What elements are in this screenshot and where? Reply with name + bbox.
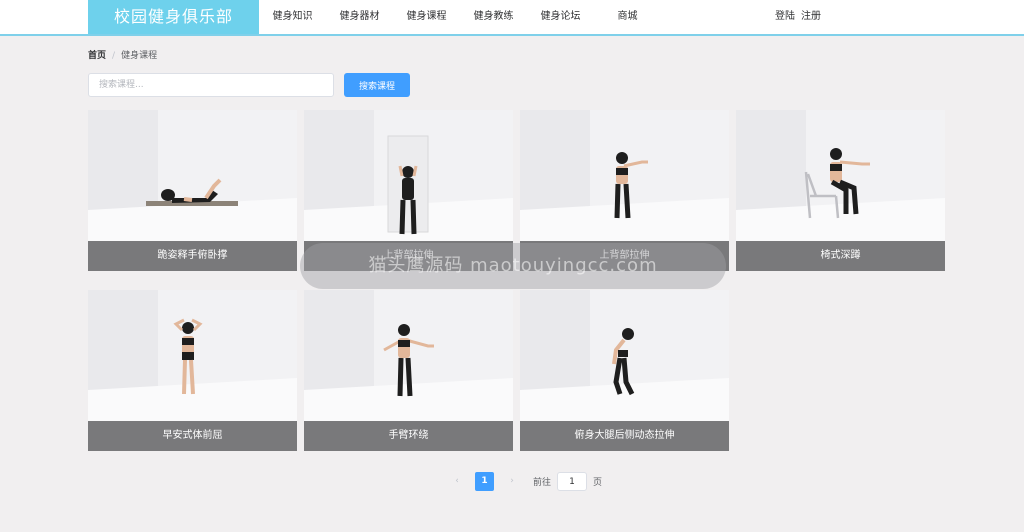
- nav-item-fitness-knowledge[interactable]: 健身知识: [259, 0, 326, 34]
- breadcrumb-current: 健身课程: [121, 51, 158, 61]
- auth-links: 登陆 注册: [775, 0, 827, 34]
- course-card[interactable]: 早安式体前屈: [88, 290, 297, 451]
- course-title[interactable]: 椅式深蹲: [736, 241, 945, 271]
- search-course-button[interactable]: 搜索课程: [344, 73, 410, 97]
- course-title[interactable]: 早安式体前屈: [88, 421, 297, 451]
- breadcrumb-separator: /: [112, 51, 116, 61]
- nav-item-shop[interactable]: 商城: [594, 0, 661, 34]
- nav-item-equipment[interactable]: 健身器材: [326, 0, 393, 34]
- main-nav: 健身知识 健身器材 健身课程 健身教练 健身论坛 商城: [259, 0, 661, 34]
- course-card[interactable]: 俯身大腿后侧动态拉伸: [520, 290, 729, 451]
- nav-item-courses[interactable]: 健身课程: [393, 0, 460, 34]
- next-page-button[interactable]: ›: [503, 472, 521, 491]
- course-title[interactable]: 手臂环绕: [304, 421, 513, 451]
- course-card[interactable]: 椅式深蹲: [736, 110, 945, 271]
- breadcrumb: 首页 / 健身课程: [88, 48, 157, 61]
- goto-label: 前往: [533, 478, 552, 488]
- nav-item-coaches[interactable]: 健身教练: [460, 0, 527, 34]
- course-title[interactable]: 跪姿释手俯卧撑: [88, 241, 297, 271]
- watermark: 猫头鹰源码 maotouyingcc.com: [300, 243, 726, 289]
- prev-page-button[interactable]: ‹: [448, 472, 466, 491]
- pagination: ‹ 1 › 前往 页: [448, 472, 602, 491]
- top-header: 校园健身俱乐部 健身知识 健身器材 健身课程 健身教练 健身论坛 商城 登陆 注册: [0, 0, 1024, 36]
- course-search-input[interactable]: [88, 73, 334, 97]
- page-suffix-label: 页: [593, 478, 603, 488]
- page-number-active[interactable]: 1: [475, 472, 494, 491]
- site-logo[interactable]: 校园健身俱乐部: [88, 0, 259, 34]
- goto-page-input[interactable]: [557, 472, 588, 491]
- course-card[interactable]: 跪姿释手俯卧撑: [88, 110, 297, 271]
- nav-item-forum[interactable]: 健身论坛: [527, 0, 594, 34]
- course-title[interactable]: 俯身大腿后侧动态拉伸: [520, 421, 729, 451]
- breadcrumb-home[interactable]: 首页: [88, 51, 106, 61]
- register-link[interactable]: 注册: [801, 11, 821, 22]
- course-card[interactable]: 手臂环绕: [304, 290, 513, 451]
- login-link[interactable]: 登陆: [775, 11, 795, 22]
